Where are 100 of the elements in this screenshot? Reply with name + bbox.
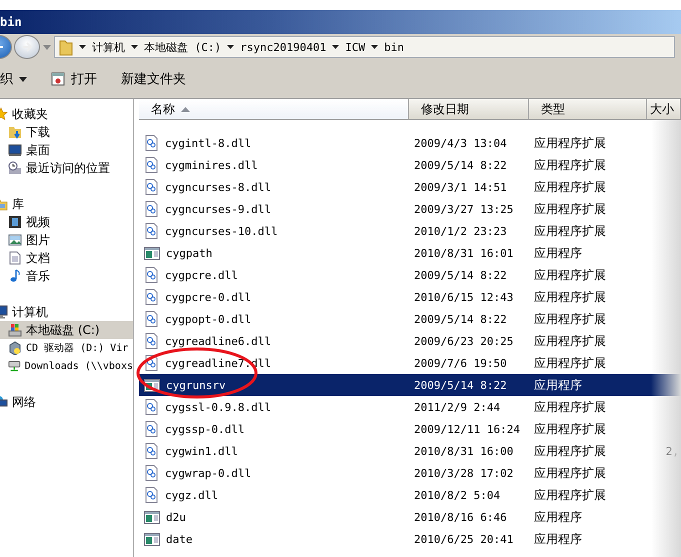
document-gear-icon <box>144 267 159 283</box>
document-icon <box>8 251 22 265</box>
file-name: cygintl-8.dll <box>165 136 252 150</box>
sort-up-icon <box>181 106 190 112</box>
file-row[interactable]: cygpath 2010/8/31 16:01 应用程序 <box>139 242 681 264</box>
table-cell-text: 2011/2/9 2:44 <box>413 400 502 414</box>
forward-button[interactable] <box>14 35 40 59</box>
document-gear-icon <box>144 443 159 459</box>
table-cell-text: 2009/3/27 13:25 <box>413 202 514 216</box>
disc-drive-icon <box>8 341 22 355</box>
image-icon <box>8 233 22 247</box>
sidebar-item[interactable]: 视频 <box>0 213 133 231</box>
table-cell-text: 应用程序 <box>533 508 583 526</box>
table-cell-text: 2009/7/6 19:50 <box>413 356 508 370</box>
sidebar-item[interactable]: 图片 <box>0 231 133 249</box>
document-gear-icon <box>144 311 159 327</box>
table-cell-text: 应用程序扩展 <box>533 332 607 350</box>
breadcrumb-item[interactable]: 本地磁盘 (C:) <box>144 40 222 54</box>
table-cell-text: 2009/4/3 13:04 <box>413 136 508 150</box>
toolbar-button[interactable]: 打开 <box>47 68 101 90</box>
sidebar-item[interactable]: Downloads (\\vboxs <box>0 357 133 375</box>
sidebar-item[interactable]: CD 驱动器 (D:) Vir <box>0 339 133 357</box>
caret-icon[interactable] <box>332 45 340 49</box>
table-cell-text: 2010/8/31 16:01 <box>413 246 514 260</box>
file-row[interactable]: cygrunsrv 2009/5/14 8:22 应用程序 <box>139 374 681 396</box>
table-cell-text: 2010/1/2 23:23 <box>413 224 508 238</box>
file-name: cygminires.dll <box>165 158 258 172</box>
file-row[interactable]: cygreadline6.dll 2009/6/23 20:25 应用程序扩展 <box>139 330 681 352</box>
sidebar-item[interactable]: 音乐 <box>0 267 133 285</box>
music-note-icon <box>8 269 22 283</box>
document-gear-icon <box>144 289 159 305</box>
column-header[interactable]: 名称 <box>139 99 409 119</box>
table-cell-text: 应用程序扩展 <box>533 398 607 416</box>
file-row[interactable]: cygminires.dll 2009/5/14 8:22 应用程序扩展 <box>139 154 681 176</box>
table-cell-text: 2009/5/14 8:22 <box>413 312 508 326</box>
sidebar-item[interactable]: 本地磁盘 (C:) <box>0 321 133 339</box>
breadcrumb-item[interactable]: 计算机 <box>92 40 125 54</box>
monitor-icon <box>8 143 22 157</box>
sidebar-item[interactable]: 库 <box>0 195 133 213</box>
file-name: cygreadline6.dll <box>165 334 271 348</box>
column-header[interactable]: 修改日期 <box>409 99 529 119</box>
document-gear-icon <box>144 135 159 151</box>
table-cell-text: 2010/3/28 17:02 <box>413 466 514 480</box>
sidebar-item[interactable]: 计算机 <box>0 303 133 321</box>
sidebar-item[interactable]: 文档 <box>0 249 133 267</box>
document-gear-icon <box>144 201 159 217</box>
table-cell-text: 2010/6/15 12:43 <box>413 290 514 304</box>
network-drive-icon <box>8 359 21 373</box>
caret-icon[interactable] <box>131 45 138 49</box>
breadcrumb-item[interactable]: bin <box>384 40 404 54</box>
open-icon <box>51 72 65 86</box>
sidebar-item[interactable]: 桌面 <box>0 141 133 159</box>
table-cell-text: 2009/5/14 8:22 <box>413 158 508 172</box>
file-name: cygrunsrv <box>166 378 226 392</box>
sidebar-item[interactable]: 网络 <box>0 393 133 411</box>
address-bar[interactable]: 计算机 本地磁盘 (C:) rsync20190401 ICW bin <box>54 36 675 58</box>
sidebar-item[interactable]: 收藏夹 <box>0 105 133 123</box>
toolbar-button[interactable]: 织 <box>0 68 31 90</box>
file-row[interactable]: cygssp-0.dll 2009/12/11 16:24 应用程序扩展 <box>139 418 681 440</box>
table-cell-text: 应用程序扩展 <box>533 442 607 460</box>
file-row[interactable]: cygssl-0.9.8.dll 2011/2/9 2:44 应用程序扩展 <box>139 396 681 418</box>
table-cell-text: 2009/6/23 20:25 <box>413 334 514 348</box>
file-row[interactable]: cygz.dll 2010/8/2 5:04 应用程序扩展 <box>139 484 681 506</box>
document-gear-icon <box>144 223 159 239</box>
table-cell-text: 应用程序 <box>533 376 583 394</box>
column-header[interactable]: 类型 <box>529 99 647 119</box>
file-name: cygz.dll <box>165 488 218 502</box>
table-cell-text: 应用程序扩展 <box>533 354 607 372</box>
file-name: cygssp-0.dll <box>165 422 244 436</box>
file-row[interactable]: cygwrap-0.dll 2010/3/28 17:02 应用程序扩展 <box>139 462 681 484</box>
file-row[interactable]: cygintl-8.dll 2009/4/3 13:04 应用程序扩展 <box>139 132 681 154</box>
sidebar-item[interactable]: 下载 <box>0 123 133 141</box>
film-icon <box>8 215 22 229</box>
table-cell: 2, <box>666 444 679 458</box>
table-cell-text: 应用程序扩展 <box>533 178 607 196</box>
file-row[interactable]: cygncurses-8.dll 2009/3/1 14:51 应用程序扩展 <box>139 176 681 198</box>
caret-icon[interactable] <box>79 45 86 49</box>
caret-icon[interactable] <box>227 45 234 49</box>
sidebar-item[interactable]: 最近访问的位置 <box>0 159 133 177</box>
toolbar-button[interactable]: 新建文件夹 <box>117 68 190 90</box>
breadcrumb-item[interactable]: ICW <box>345 40 366 54</box>
document-gear-icon <box>144 421 159 437</box>
file-row[interactable]: cygwin1.dll 2010/8/31 16:00 应用程序扩展 2, <box>139 440 681 462</box>
column-header[interactable]: 大小 <box>647 99 681 119</box>
caret-icon <box>19 76 27 82</box>
file-name: cygncurses-8.dll <box>165 180 271 194</box>
table-cell-text: 2010/8/31 16:00 <box>413 444 514 458</box>
file-row[interactable]: d2u 2010/8/16 6:46 应用程序 <box>139 506 681 528</box>
breadcrumb-item[interactable]: rsync20190401 <box>240 40 326 54</box>
file-row[interactable]: date 2010/6/25 20:41 应用程序 <box>139 528 681 550</box>
file-name: cygncurses-10.dll <box>165 224 278 238</box>
file-row[interactable]: cygpcre-0.dll 2010/6/15 12:43 应用程序扩展 <box>139 286 681 308</box>
table-cell-text: 应用程序扩展 <box>533 266 607 284</box>
caret-icon[interactable] <box>371 45 378 49</box>
table-cell-text: 应用程序扩展 <box>533 134 607 152</box>
file-row[interactable]: cygpopt-0.dll 2009/5/14 8:22 应用程序扩展 <box>139 308 681 330</box>
file-row[interactable]: cygncurses-9.dll 2009/3/27 13:25 应用程序扩展 <box>139 198 681 220</box>
file-row[interactable]: cygncurses-10.dll 2010/1/2 23:23 应用程序扩展 <box>139 220 681 242</box>
file-row[interactable]: cygpcre.dll 2009/5/14 8:22 应用程序扩展 <box>139 264 681 286</box>
document-gear-icon <box>144 157 159 173</box>
